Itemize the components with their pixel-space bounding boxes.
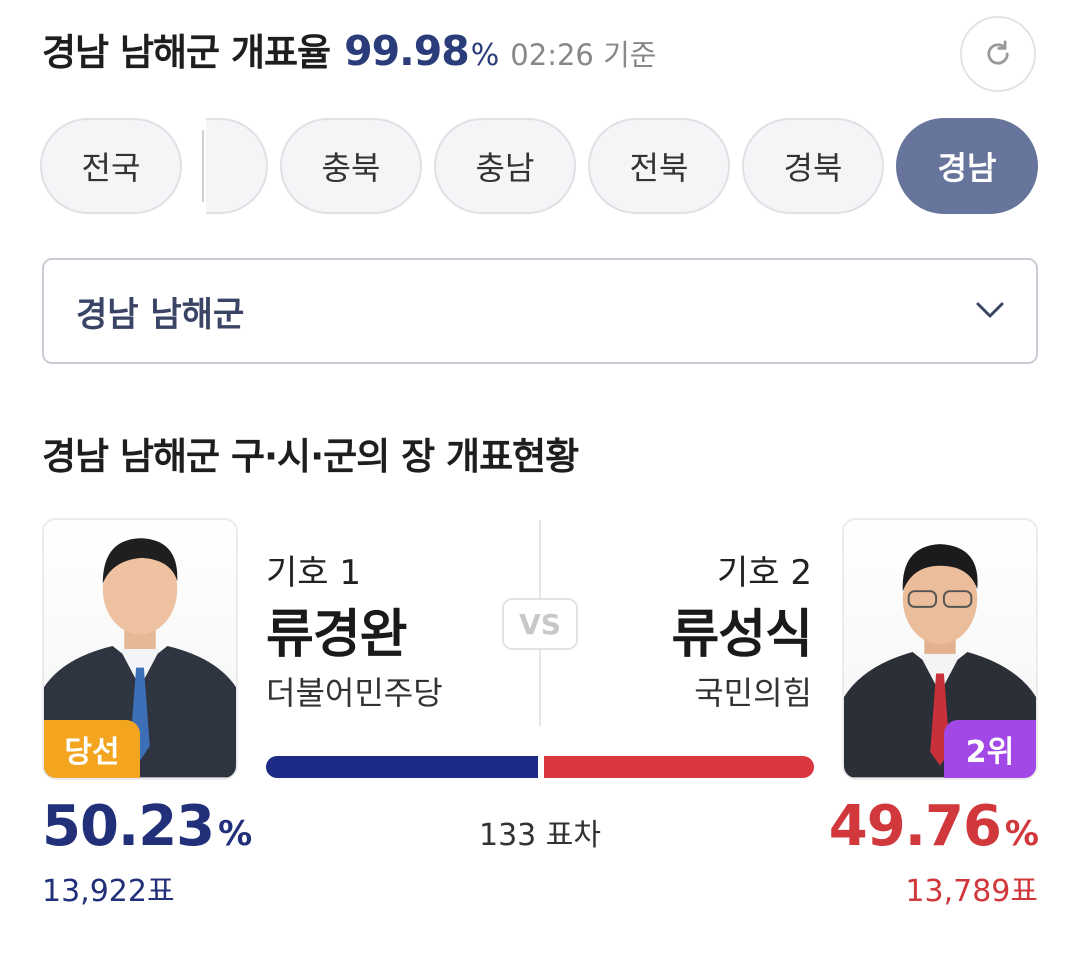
region-tab-label: 충남 [475,149,535,187]
candidate-1-votes: 13,922표 [42,874,175,909]
winner-badge: 당선 [44,720,140,778]
candidate-1-symbol: 기호 1 [266,553,361,593]
candidate-1-percent-value: 50.23 [42,794,215,859]
candidate-2-symbol: 기호 2 [717,553,812,593]
region-tab-label: 경북 [783,149,843,187]
region-tab-gyeongnam[interactable]: 경남 [896,118,1038,214]
region-tab-label: 경남 [937,149,997,187]
chevron-down-icon [976,302,1004,318]
region-tab-jeonbuk[interactable]: 전북 [588,118,730,214]
count-rate: 99.98% [344,27,499,75]
candidate-2-percent-value: 49.76 [828,794,1002,859]
candidate-2-percent: 49.76% [828,794,1039,859]
refresh-button[interactable] [960,16,1036,92]
candidate-1-percent-unit: % [218,814,252,854]
candidate-2-party: 국민의힘 [694,674,812,712]
region-tab-chungnam[interactable]: 충남 [434,118,576,214]
candidate-2-name: 류성식 [671,605,813,665]
refresh-icon [987,40,1009,65]
update-time: 02:26 기준 [510,38,657,72]
vs-badge: VS [502,598,578,650]
candidate-1-share-bar [266,756,538,778]
district-select[interactable]: 경남 남해군 [42,258,1038,364]
rank-badge: 2위 [944,720,1036,778]
region-tab-label: 전국 [81,149,141,187]
region-tab-partial[interactable]: 원 [206,118,268,214]
header: 경남 남해군 개표율 99.98% 02:26 기준 [42,22,656,82]
candidate-2-photo: 2위 [842,518,1038,780]
region-tab-label: 전북 [629,149,689,187]
page-title: 경남 남해군 개표율 [42,31,331,74]
region-tab-gyeongbuk[interactable]: 경북 [742,118,884,214]
region-tab-label: 충북 [321,149,381,187]
district-select-value: 경남 남해군 [76,294,245,335]
candidate-1-percent: 50.23% [42,794,252,859]
section-title: 경남 남해군 구·시·군의 장 개표현황 [42,435,579,478]
region-tab-nationwide[interactable]: 전국 [40,118,182,214]
candidate-1-name: 류경완 [266,605,408,665]
region-tab-chungbuk[interactable]: 충북 [280,118,422,214]
candidate-1-photo: 당선 [42,518,238,780]
candidate-1-party: 더불어민주당 [266,674,443,712]
candidate-2-votes: 13,789표 [905,874,1038,909]
candidate-2-share-bar [544,756,814,778]
candidate-2-percent-unit: % [1004,814,1039,854]
count-rate-value: 99.98 [344,27,470,75]
region-tab-divider [202,130,204,202]
region-tabs: 전국 원 충북 충남 전북 경북 경남 [0,118,1080,218]
vote-share-bar [266,756,814,778]
count-rate-unit: % [470,38,499,73]
